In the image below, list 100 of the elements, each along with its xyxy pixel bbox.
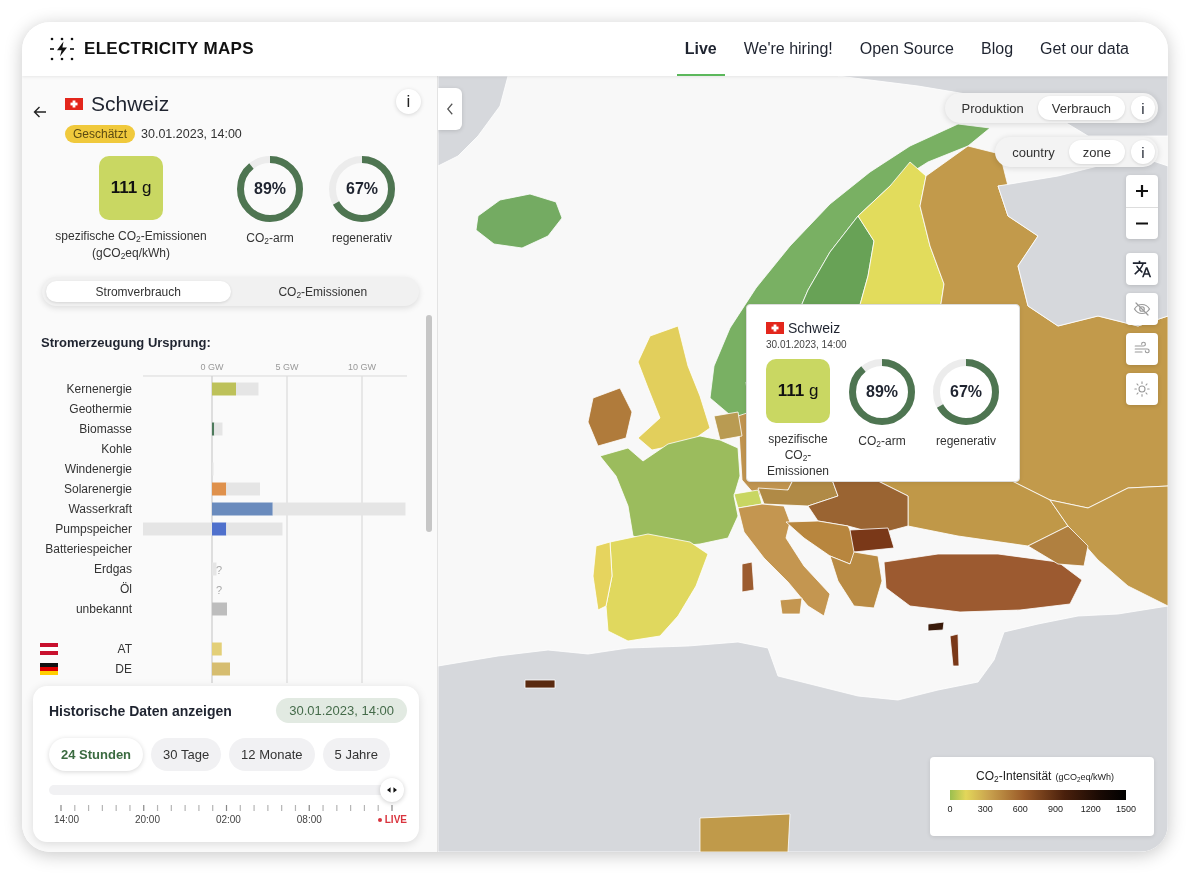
progress-ring bbox=[849, 359, 915, 425]
scrollbar[interactable] bbox=[426, 315, 432, 532]
stat-label: CO$_{2}$-arm bbox=[246, 230, 294, 247]
swiss-flag-icon bbox=[766, 322, 784, 334]
info-button[interactable]: i bbox=[1131, 140, 1155, 164]
axis-tick-label: 10 GW bbox=[348, 362, 376, 372]
nav-link[interactable]: Open Source bbox=[851, 22, 962, 76]
nav-link[interactable]: We're hiring! bbox=[735, 22, 841, 76]
capacity-bar bbox=[236, 382, 259, 396]
legend-unit: (gCO$_{2}$eq/kWh) bbox=[1055, 772, 1114, 782]
scale-label: 300 bbox=[976, 804, 994, 814]
live-label: LIVE bbox=[384, 814, 407, 825]
time-slider-track[interactable] bbox=[49, 778, 404, 802]
zone-datetime: 30.01.2023, 14:00 bbox=[766, 339, 848, 350]
capacity-bar bbox=[226, 482, 260, 496]
slider-handle[interactable] bbox=[380, 778, 404, 802]
live-dot-icon bbox=[377, 817, 382, 822]
production-bar bbox=[212, 382, 236, 396]
production-bar bbox=[212, 522, 227, 536]
language-button[interactable] bbox=[1126, 253, 1158, 285]
category-label: DE bbox=[115, 662, 132, 676]
value-label: ? bbox=[216, 564, 223, 576]
time-label: 20:00 bbox=[134, 814, 160, 825]
category-label: Wasserkraft bbox=[68, 502, 132, 516]
status-badge: Geschätzt bbox=[65, 125, 136, 143]
back-button[interactable] bbox=[32, 104, 48, 120]
austrian-flag-icon bbox=[40, 643, 58, 655]
percentage-value: 89% bbox=[866, 383, 898, 401]
history-title: Historische Daten anzeigen bbox=[49, 702, 232, 719]
intensity-tile: 111 g bbox=[766, 359, 830, 423]
category-label: unbekannt bbox=[75, 602, 132, 616]
percentage-value: 67% bbox=[346, 180, 378, 198]
scale-label: 1500 bbox=[1114, 804, 1137, 814]
brand-name: ELECTRICITY MAPS bbox=[84, 39, 254, 59]
toggle-option[interactable]: Produktion bbox=[947, 96, 1038, 120]
toggle-option[interactable]: Verbrauch bbox=[1037, 96, 1125, 120]
german-flag-icon bbox=[40, 663, 58, 675]
sun-icon bbox=[1133, 380, 1151, 398]
stat-label: regenerativ bbox=[935, 433, 996, 449]
info-button[interactable]: i bbox=[1131, 96, 1155, 120]
zone-datetime: 30.01.2023, 14:00 bbox=[141, 127, 242, 141]
left-right-arrows-icon bbox=[387, 787, 397, 793]
layer-toggle-button[interactable] bbox=[1126, 373, 1158, 405]
intensity-tile: 111 g bbox=[99, 156, 163, 220]
toggle-option[interactable]: zone bbox=[1068, 140, 1125, 164]
stat-label: regenerativ bbox=[331, 230, 392, 247]
time-label: 08:00 bbox=[296, 814, 322, 825]
stat-label: spezifische CO$_{2}$-Emissionen bbox=[766, 431, 830, 479]
nav-link[interactable]: Get our data bbox=[1032, 22, 1137, 76]
nav-link[interactable]: Blog bbox=[973, 22, 1022, 76]
production-bar bbox=[212, 642, 222, 656]
capacity-bar bbox=[214, 422, 223, 436]
category-label: Batteriespeicher bbox=[45, 542, 132, 556]
toggle-tab[interactable]: Stromverbrauch bbox=[46, 281, 231, 302]
production-bar bbox=[212, 602, 227, 616]
zone-name: Schweiz bbox=[91, 92, 170, 116]
stat-label: CO$_{2}$-arm bbox=[858, 433, 906, 449]
capacity-bar bbox=[226, 522, 283, 536]
legend-title: CO$_{2}$-Intensität bbox=[976, 769, 1052, 783]
info-button[interactable]: i bbox=[396, 89, 421, 114]
category-label: Windenergie bbox=[64, 462, 132, 476]
progress-ring bbox=[933, 359, 999, 425]
scale-label: 1200 bbox=[1079, 804, 1102, 814]
unit-label: (gCO$_{2}$eq/kWh) bbox=[92, 245, 170, 262]
capacity-bar bbox=[212, 562, 217, 576]
layer-toggle-button[interactable] bbox=[1126, 333, 1158, 365]
layer-toggle-button[interactable] bbox=[1126, 293, 1158, 325]
zone-name: Schweiz bbox=[788, 320, 841, 336]
stat-label: spezifische CO$_{2}$-Emissionen bbox=[55, 228, 207, 245]
scale-label: 0 bbox=[946, 804, 954, 814]
progress-ring bbox=[237, 156, 303, 222]
value-label: ? bbox=[216, 584, 223, 596]
category-label: Öl bbox=[120, 582, 132, 596]
production-bar bbox=[212, 502, 273, 516]
percentage-value: 89% bbox=[254, 180, 286, 198]
collapse-button[interactable] bbox=[438, 88, 462, 130]
toggle-tab[interactable]: CO$_{2}$-Emissionen bbox=[230, 281, 415, 302]
minus-icon bbox=[1136, 222, 1148, 225]
category-label: AT bbox=[117, 642, 132, 656]
time-range-button[interactable]: 30 Tage bbox=[151, 738, 222, 771]
back-arrow-icon bbox=[32, 104, 48, 120]
time-range-button[interactable]: 12 Monate bbox=[229, 738, 315, 771]
time-range-button[interactable]: 5 Jahre bbox=[322, 738, 390, 771]
time-label: 14:00 bbox=[54, 814, 80, 825]
category-label: Kernenergie bbox=[66, 382, 132, 396]
toggle-option[interactable]: country bbox=[998, 140, 1069, 164]
category-label: Geothermie bbox=[69, 402, 132, 416]
capacity-bar bbox=[143, 522, 212, 536]
production-bar bbox=[212, 662, 230, 676]
chevron-left-icon bbox=[446, 103, 454, 115]
eye-slash-icon bbox=[1133, 300, 1151, 318]
category-label: Erdgas bbox=[93, 562, 132, 576]
scale-label: 900 bbox=[1047, 804, 1065, 814]
category-label: Biomasse bbox=[79, 422, 132, 436]
axis-tick-label: 0 GW bbox=[200, 362, 224, 372]
category-label: Pumpspeicher bbox=[55, 522, 132, 536]
axis-tick-label: 5 GW bbox=[275, 362, 299, 372]
plus-icon bbox=[1136, 185, 1148, 197]
percentage-value: 67% bbox=[950, 383, 982, 401]
time-range-button[interactable]: 24 Stunden bbox=[49, 738, 144, 771]
